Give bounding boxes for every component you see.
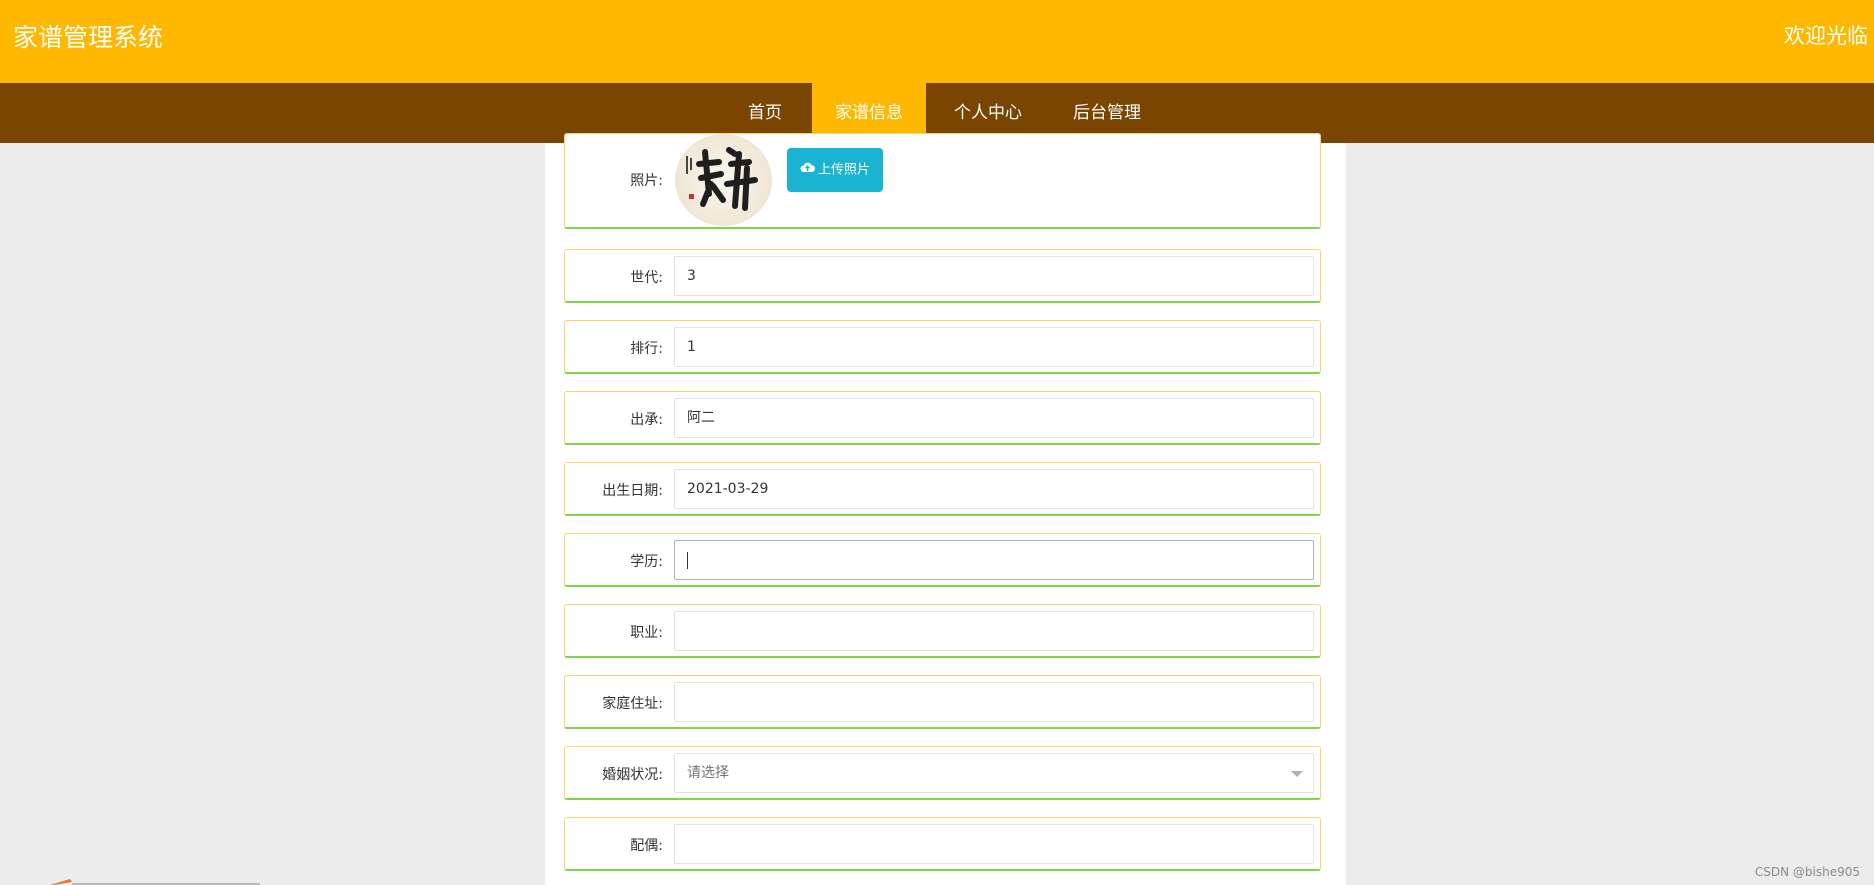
- generation-label: 世代:: [630, 270, 663, 286]
- lineage-input[interactable]: 阿二: [674, 398, 1314, 438]
- occupation-row: 职业:: [564, 604, 1321, 658]
- education-label: 学历:: [630, 554, 663, 570]
- calligraphy-image: [686, 147, 758, 211]
- generation-row: 世代: 3: [564, 249, 1321, 303]
- marital-row: 婚姻状况: 请选择: [564, 746, 1321, 800]
- occupation-label: 职业:: [630, 625, 663, 641]
- welcome-text: 欢迎光临: [1784, 24, 1868, 48]
- top-header: 家谱管理系统 欢迎光临: [0, 0, 1874, 83]
- spouse-row: 配偶:: [564, 817, 1321, 871]
- site-title: 家谱管理系统: [13, 23, 164, 52]
- marital-placeholder: 请选择: [687, 765, 729, 781]
- birthdate-label: 出生日期:: [602, 483, 663, 499]
- birthdate-row: 出生日期: 2021-03-29: [564, 462, 1321, 516]
- form-panel: 照片: 上传照片 世代: 3 排行: 1 出承: 阿二 出生日期: 2021-0…: [545, 133, 1346, 885]
- birthdate-input[interactable]: 2021-03-29: [674, 469, 1314, 509]
- photo-row: 照片: 上传照片: [564, 133, 1321, 229]
- photo-label: 照片:: [630, 173, 663, 189]
- rank-row: 排行: 1: [564, 320, 1321, 374]
- address-input[interactable]: [674, 682, 1314, 722]
- watermark: CSDN @bishe905: [1754, 865, 1860, 879]
- marital-select[interactable]: 请选择: [674, 753, 1314, 793]
- education-row: 学历:: [564, 533, 1321, 587]
- spouse-label: 配偶:: [630, 838, 663, 854]
- marital-label: 婚姻状况:: [602, 767, 663, 783]
- text-caret: [687, 552, 688, 569]
- rank-label: 排行:: [630, 341, 663, 357]
- upload-photo-button[interactable]: 上传照片: [787, 148, 883, 192]
- spouse-input[interactable]: [674, 824, 1314, 864]
- generation-input[interactable]: 3: [674, 256, 1314, 296]
- education-input[interactable]: [674, 540, 1314, 580]
- photo-preview[interactable]: [675, 134, 772, 226]
- decorative-edge: [50, 879, 260, 885]
- lineage-row: 出承: 阿二: [564, 391, 1321, 445]
- upload-photo-label: 上传照片: [817, 162, 870, 178]
- cloud-upload-icon: [800, 148, 815, 192]
- lineage-label: 出承:: [630, 412, 663, 428]
- address-label: 家庭住址:: [602, 696, 663, 712]
- dropdown-arrow-icon: [1291, 771, 1303, 777]
- rank-input[interactable]: 1: [674, 327, 1314, 367]
- address-row: 家庭住址:: [564, 675, 1321, 729]
- occupation-input[interactable]: [674, 611, 1314, 651]
